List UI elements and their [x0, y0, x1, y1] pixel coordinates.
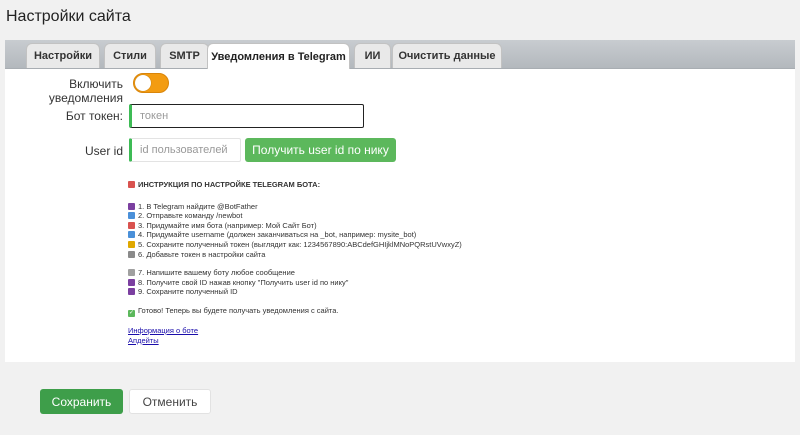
save-button[interactable]: Сохранить — [40, 389, 123, 414]
instruction-step: 3. Придумайте имя бота (например: Мой Са… — [128, 221, 628, 231]
page-title: Настройки сайта — [6, 8, 131, 25]
instruction-step-text: 8. Получите свой ID нажав кнопку "Получи… — [138, 277, 349, 287]
telegram-setup-instructions: ИНСТРУКЦИЯ ПО НАСТРОЙКЕ TELEGRAM БОТА: 1… — [128, 180, 628, 345]
tab-telegram-notifications[interactable]: Уведомления в Telegram — [207, 43, 350, 69]
instruction-step-text: 7. Напишите вашему боту любое сообщение — [138, 268, 295, 278]
instruction-step: 7. Напишите вашему боту любое сообщение — [128, 268, 628, 278]
instruction-step-text: 5. Сохраните полученный токен (выглядит … — [138, 239, 462, 249]
instruction-step: 1. В Telegram найдите @BotFather — [128, 202, 628, 212]
tab-settings[interactable]: Настройки — [26, 43, 100, 68]
plus-icon — [128, 288, 135, 296]
clipboard-icon — [128, 181, 135, 188]
updates-link[interactable]: Апдейты — [128, 336, 159, 345]
name-badge-icon — [128, 221, 135, 229]
tab-smtp[interactable]: SMTP — [160, 43, 209, 68]
enable-notifications-toggle[interactable] — [133, 73, 169, 93]
instructions-heading: ИНСТРУКЦИЯ ПО НАСТРОЙКЕ TELEGRAM БОТА: — [128, 180, 628, 190]
instruction-step: 8. Получите свой ID нажав кнопку "Получи… — [128, 278, 628, 288]
bot-token-input[interactable] — [129, 104, 364, 128]
tab-clear-data[interactable]: Очистить данные — [392, 43, 502, 68]
gear-icon — [128, 250, 135, 258]
tab-bar: Настройки Стили SMTP Уведомления в Teleg… — [5, 40, 795, 69]
bot-token-label: Бот токен: — [65, 109, 123, 123]
enable-notifications-label: Включить уведомления — [48, 77, 123, 105]
instruction-step-text: 3. Придумайте имя бота (например: Мой Са… — [138, 220, 317, 230]
instruction-step-text: 4. Придумайте username (должен заканчива… — [138, 230, 417, 240]
instruction-step-text: 2. Отправьте команду /newbot — [138, 211, 243, 221]
instruction-step: 9. Сохраните полученный ID — [128, 287, 628, 297]
done-message: ✓ Готово! Теперь вы будете получать уведо… — [128, 305, 339, 317]
instruction-step: 5. Сохраните полученный токен (выглядит … — [128, 240, 628, 250]
tab-ai[interactable]: ИИ — [354, 43, 391, 68]
id-icon — [128, 278, 135, 286]
user-id-input[interactable] — [129, 138, 241, 162]
instruction-step: 4. Придумайте username (должен заканчива… — [128, 230, 628, 240]
tab-styles[interactable]: Стили — [104, 43, 156, 68]
abc-icon — [128, 231, 135, 239]
instruction-step-text: 1. В Telegram найдите @BotFather — [138, 201, 258, 211]
chat-icon — [128, 269, 135, 277]
key-icon — [128, 240, 135, 248]
check-icon: ✓ — [128, 309, 135, 317]
instruction-step: 6. Добавьте токен в настройки сайта — [128, 250, 628, 260]
steps-group-user-id: 7. Напишите вашему боту любое сообщение 8… — [128, 268, 628, 297]
new-icon — [128, 212, 135, 220]
cancel-button[interactable]: Отменить — [129, 389, 211, 414]
instruction-step-text: 9. Сохраните полученный ID — [138, 287, 238, 297]
instruction-step-text: 6. Добавьте токен в настройки сайта — [138, 249, 266, 259]
bot-info-link[interactable]: Информация о боте — [128, 326, 198, 335]
get-user-id-button[interactable]: Получить user id по нику — [245, 138, 396, 162]
user-id-label: User id — [84, 144, 123, 158]
steps-group-setup: 1. В Telegram найдите @BotFather 2. Отпра… — [128, 202, 628, 260]
phone-icon — [128, 202, 135, 210]
instruction-step: 2. Отправьте команду /newbot — [128, 211, 628, 221]
settings-panel: Настройки Стили SMTP Уведомления в Teleg… — [5, 40, 795, 362]
toggle-knob — [135, 75, 151, 91]
